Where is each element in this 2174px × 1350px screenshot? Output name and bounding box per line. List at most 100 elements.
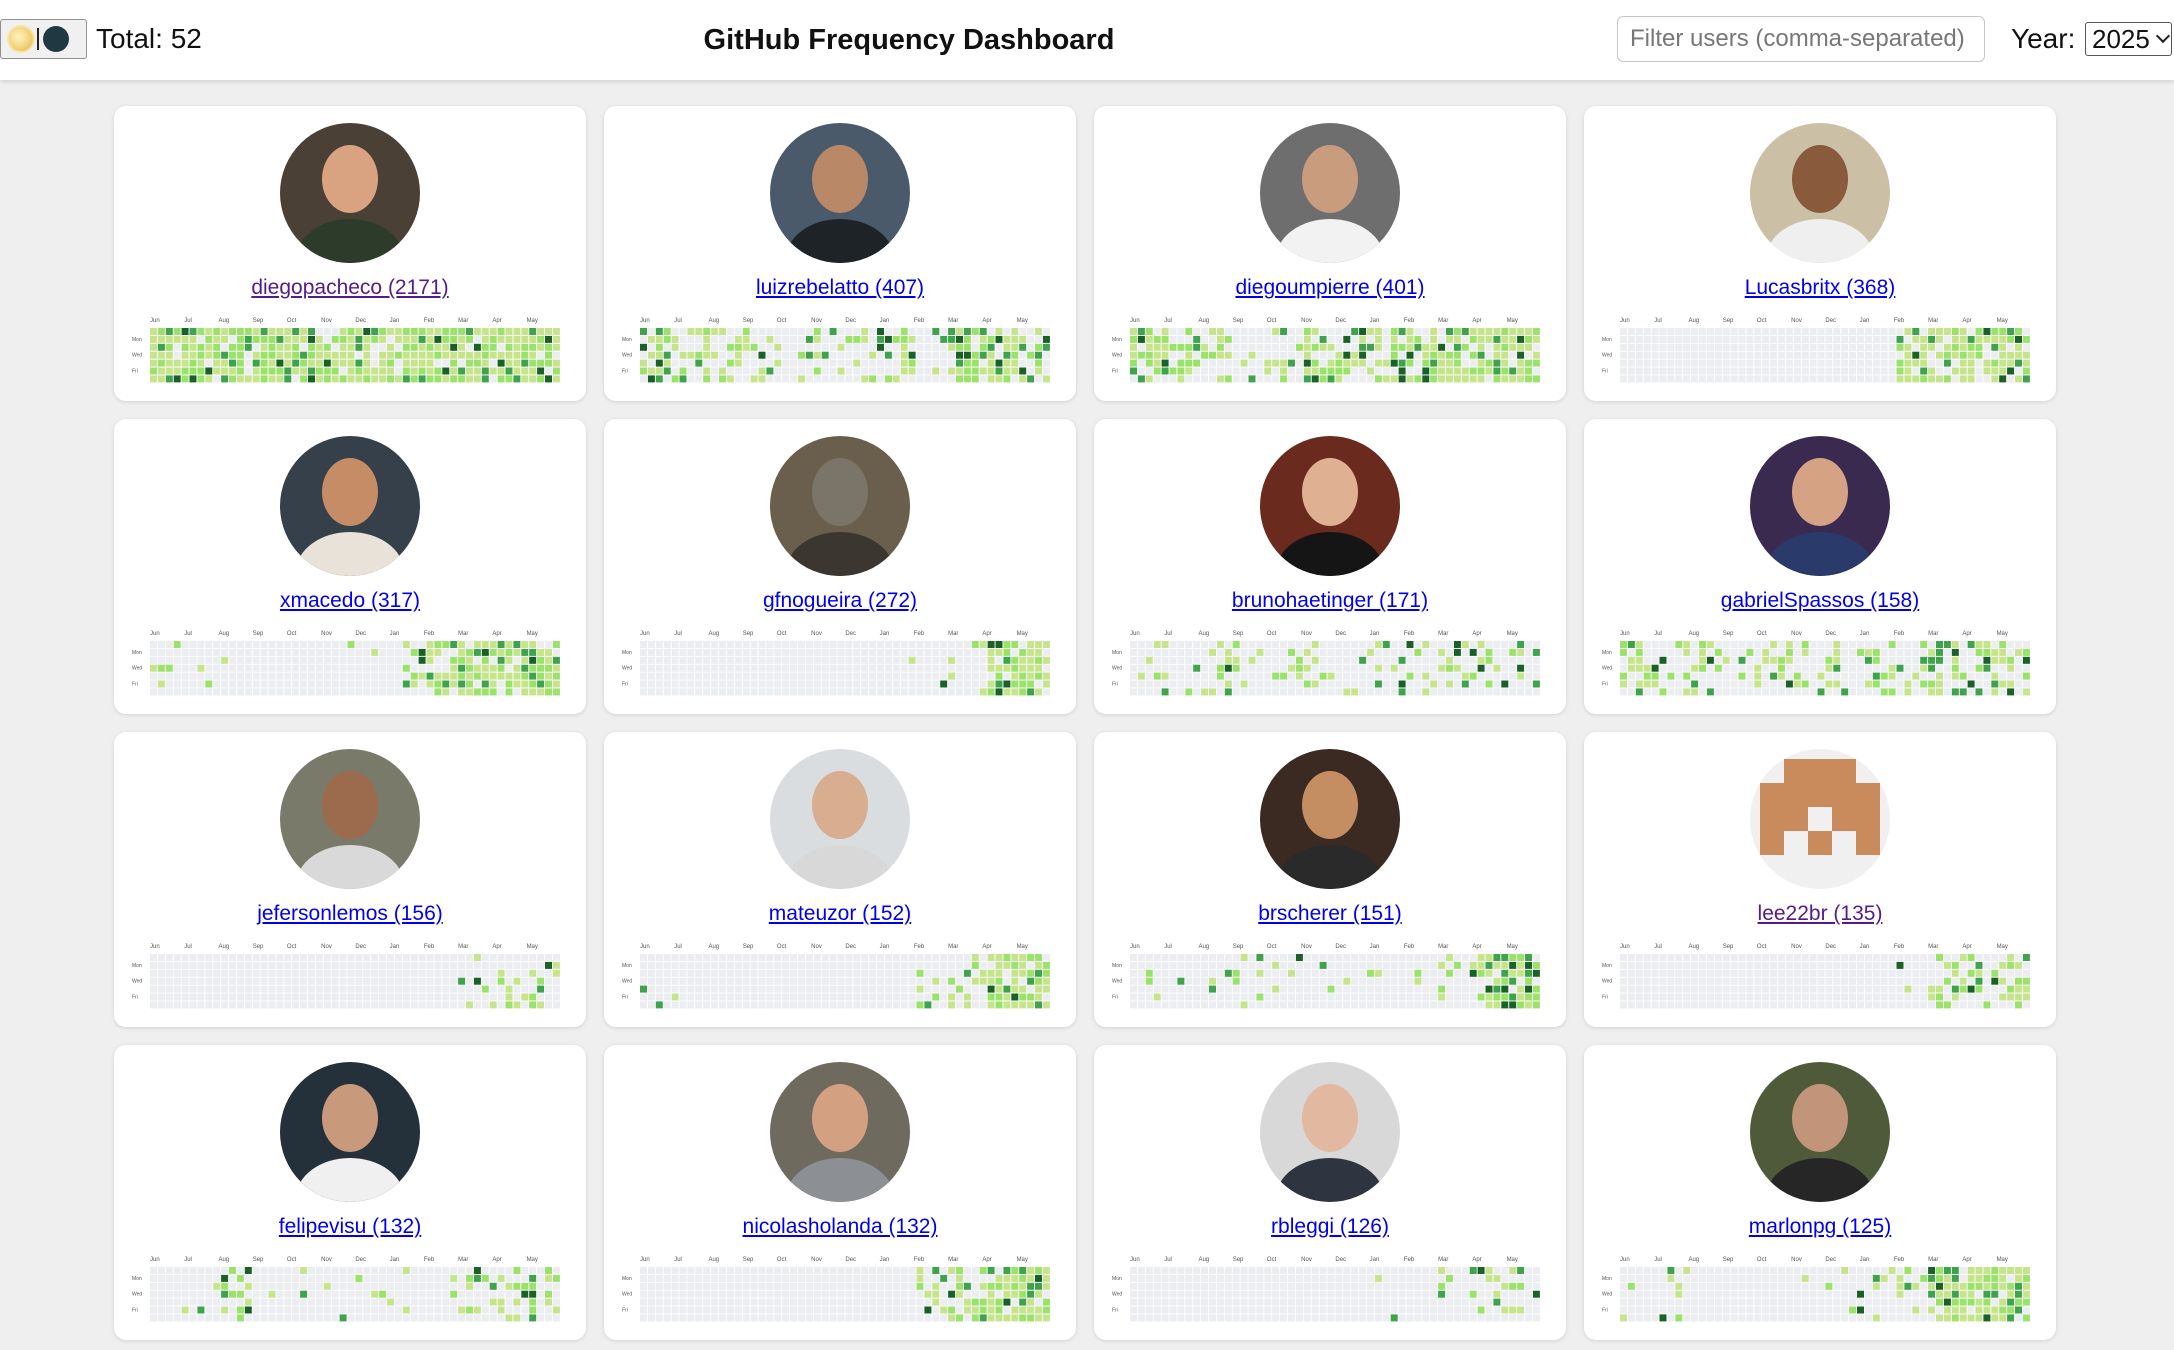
heatmap-cell (1532, 1001, 1540, 1009)
heatmap-cell (1193, 969, 1201, 977)
heatmap-cell (529, 961, 537, 969)
heatmap-cell (1019, 672, 1027, 680)
heatmap-cell (466, 954, 473, 961)
heatmap-cell (537, 969, 545, 977)
heatmap-cell (1177, 672, 1185, 680)
heatmap-cell (971, 664, 979, 672)
heatmap-cell (1517, 335, 1525, 343)
heatmap-cell (837, 641, 845, 648)
heatmap-cell (687, 680, 695, 688)
month-label: Apr (982, 318, 991, 324)
heatmap-cell (489, 977, 497, 985)
username-link[interactable]: luizrebelatto (407) (604, 276, 1076, 300)
heatmap-cell (173, 688, 181, 696)
heatmap-cell (1201, 359, 1209, 367)
heatmap-cell (1896, 672, 1904, 680)
username-link[interactable]: brscherer (151) (1094, 902, 1566, 926)
heatmap-cell (394, 672, 402, 680)
heatmap-cell (315, 977, 323, 985)
heatmap-cell (1722, 954, 1730, 961)
heatmap-cell (450, 1282, 458, 1290)
heatmap-cell (513, 328, 521, 335)
heatmap-cell (284, 1001, 292, 1009)
heatmap-cell (1035, 359, 1042, 367)
username-link[interactable]: jefersonlemos (156) (114, 902, 586, 926)
heatmap-cell (1532, 985, 1540, 993)
heatmap-cell (1485, 343, 1493, 351)
heatmap-cell (1501, 641, 1509, 648)
heatmap-cell (821, 680, 829, 688)
heatmap-cell (1833, 954, 1841, 961)
username-link[interactable]: Lucasbritx (368) (1584, 276, 2056, 300)
username-link[interactable]: brunohaetinger (171) (1094, 589, 1566, 613)
heatmap-cell (331, 1267, 339, 1274)
heatmap-cell (1430, 688, 1438, 696)
username-link[interactable]: lee22br (135) (1584, 902, 2056, 926)
heatmap-cell (355, 375, 363, 383)
username-link[interactable]: xmacedo (317) (114, 589, 586, 613)
username-link[interactable]: gabrielSpassos (158) (1584, 589, 2056, 613)
heatmap-cell (347, 977, 355, 985)
username-link[interactable]: diegoumpierre (401) (1094, 276, 1566, 300)
heatmap-cell (173, 993, 181, 1001)
heatmap-cell (489, 680, 497, 688)
heatmap-cell (1730, 664, 1738, 672)
heatmap-cell (1232, 977, 1240, 985)
heatmap-cell (394, 961, 402, 969)
heatmap-cell (1904, 343, 1912, 351)
heatmap-cell (371, 335, 379, 343)
heatmap-cell (758, 672, 766, 680)
heatmap-cell (963, 359, 971, 367)
heatmap-cell (434, 985, 442, 993)
heatmap-cell (1517, 359, 1525, 367)
heatmap-cell (1746, 343, 1754, 351)
heatmap-cell (545, 335, 552, 343)
heatmap-cell (1991, 664, 1999, 672)
heatmap-cell (1857, 367, 1864, 375)
heatmap-cell (1746, 656, 1754, 664)
heatmap-cell (1264, 664, 1272, 672)
heatmap-cell (379, 672, 387, 680)
heatmap-cell (940, 969, 948, 977)
heatmap-cell (1359, 985, 1367, 993)
heatmap-cell (221, 375, 229, 383)
heatmap-cell (1493, 664, 1501, 672)
heatmap-cell (726, 343, 734, 351)
heatmap-cell (442, 1282, 450, 1290)
heatmap-cell (1888, 977, 1896, 985)
identicon-block (1856, 831, 1880, 855)
heatmap-cell (173, 648, 181, 656)
heatmap-cell (236, 1274, 244, 1282)
heatmap-cell (877, 648, 884, 656)
heatmap-cell (932, 1001, 940, 1009)
username-link[interactable]: diegopacheco (2171) (114, 276, 586, 300)
heatmap-cell (908, 367, 916, 375)
heatmap-cell (268, 343, 276, 351)
username-link[interactable]: gfnogueira (272) (604, 589, 1076, 613)
username-link[interactable]: felipevisu (132) (114, 1215, 586, 1239)
heatmap-cell (703, 1001, 711, 1009)
filter-users-input[interactable] (1617, 16, 1985, 62)
heatmap-cell (829, 648, 837, 656)
heatmap-cell (703, 328, 711, 335)
heatmap-cell (268, 1290, 276, 1298)
heatmap-cell (1928, 680, 1936, 688)
heatmap-cell (213, 641, 221, 648)
heatmap-cell (1699, 680, 1706, 688)
year-select[interactable]: 2025 (2085, 22, 2172, 56)
heatmap-cell (1303, 672, 1311, 680)
heatmap-cell (1817, 954, 1825, 961)
heatmap-cell (1272, 985, 1280, 993)
heatmap-cell (1248, 335, 1256, 343)
heatmap-cell (1359, 977, 1367, 985)
heatmap-cell (703, 954, 711, 961)
heatmap-cell (473, 1282, 481, 1290)
heatmap-cell (1722, 375, 1730, 383)
username-link[interactable]: mateuzor (152) (604, 902, 1076, 926)
heatmap-cell (1936, 985, 1943, 993)
heatmap-cell (1762, 985, 1770, 993)
heatmap-cell (497, 1274, 505, 1282)
heatmap-cell (679, 1001, 687, 1009)
heatmap-cell (1699, 351, 1706, 359)
heatmap-cell (213, 1306, 221, 1314)
